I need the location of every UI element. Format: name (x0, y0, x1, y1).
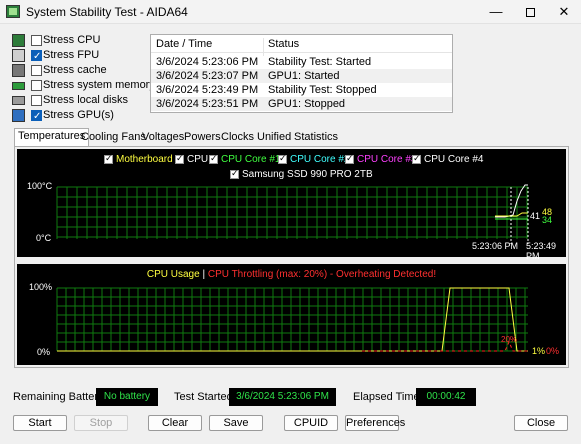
stress-cache-label: Stress cache (43, 64, 107, 76)
row-status: Stability Test: Stopped (268, 84, 377, 96)
usage-ymin-label: 0% (37, 347, 51, 357)
throttle-peak-label: 20% (501, 335, 518, 344)
row-datetime: 3/6/2024 5:23:51 PM (156, 98, 259, 110)
memory-icon (12, 82, 25, 90)
tab-cooling-fans[interactable]: Cooling Fans (81, 130, 146, 146)
tab-clocks[interactable]: Clocks (221, 130, 254, 146)
elapsed-time-value: 00:00:42 (416, 388, 476, 406)
stress-disks-checkbox[interactable] (31, 95, 42, 106)
cpu-throttling-title: CPU Throttling (max: 20%) - Overheating … (207, 269, 437, 280)
legend-label: Samsung SSD 990 PRO 2TB (242, 169, 373, 180)
cache-icon (12, 64, 25, 77)
row-status: GPU1: Stopped (268, 98, 346, 110)
stress-gpu-label: Stress GPU(s) (43, 109, 114, 121)
stress-cache-checkbox[interactable] (31, 65, 42, 76)
title-bar: System Stability Test - AIDA64 — ✕ (0, 0, 581, 24)
row-datetime: 3/6/2024 5:23:06 PM (156, 56, 259, 68)
elapsed-time-label: Elapsed Time: (353, 391, 423, 403)
event-log-table[interactable]: Date / Time Status 3/6/2024 5:23:06 PM S… (150, 34, 453, 113)
battery-value: No battery (96, 388, 158, 406)
cpu-usage-graph: CPU Usage | CPU Throttling (max: 20%) - … (17, 264, 566, 365)
stress-fpu-label: Stress FPU (43, 49, 100, 61)
temp-ymin-label: 0°C (36, 233, 52, 243)
temp-ymax-label: 100°C (27, 181, 53, 191)
cpu-usage-title: CPU Usage (146, 269, 200, 280)
legend-label: CPU (187, 154, 209, 165)
legend-checkbox[interactable] (278, 153, 287, 164)
current-value-label: 41 (530, 211, 541, 221)
fpu-icon (12, 49, 25, 62)
table-row[interactable]: 3/6/2024 5:23:07 PM GPU1: Started (151, 69, 452, 83)
window-title: System Stability Test - AIDA64 (26, 5, 188, 19)
column-header-datetime[interactable]: Date / Time (156, 38, 212, 50)
disk-icon (12, 96, 25, 105)
table-header: Date / Time Status (151, 35, 452, 56)
legend-label: Motherboard (116, 154, 173, 165)
legend-checkbox[interactable] (209, 153, 218, 164)
stress-fpu-checkbox[interactable] (31, 49, 42, 64)
current-throttle-value: 0% (546, 346, 560, 356)
cpu-chip-icon (12, 34, 25, 47)
legend-checkbox[interactable] (175, 153, 184, 164)
legend-label: CPU Core #4 (424, 154, 484, 165)
legend-label: CPU Core #3 (357, 154, 417, 165)
legend-checkbox[interactable] (345, 153, 354, 164)
close-button[interactable]: Close (514, 415, 568, 431)
column-divider[interactable] (263, 38, 264, 56)
legend-label: CPU Core #1 (221, 154, 281, 165)
legend-checkbox[interactable] (104, 153, 113, 164)
stress-memory-label: Stress system memory (43, 79, 155, 91)
current-usage-value: 1% (532, 346, 546, 356)
row-datetime: 3/6/2024 5:23:49 PM (156, 84, 259, 96)
tab-unified[interactable]: Unified (257, 130, 291, 146)
start-button[interactable]: Start (13, 415, 67, 431)
maximize-icon (525, 8, 535, 18)
tab-voltages[interactable]: Voltages (142, 130, 184, 146)
stress-gpu-checkbox[interactable] (31, 109, 42, 124)
table-row[interactable]: 3/6/2024 5:23:49 PM Stability Test: Stop… (151, 83, 452, 97)
table-row[interactable]: 3/6/2024 5:23:51 PM GPU1: Stopped (151, 97, 452, 111)
usage-graph-title: CPU Usage | CPU Throttling (max: 20%) - … (17, 269, 566, 280)
maximize-button[interactable] (512, 0, 548, 24)
row-status: GPU1: Started (268, 70, 340, 82)
legend-label: CPU Core #2 (290, 154, 350, 165)
column-header-status[interactable]: Status (268, 38, 299, 50)
minimize-button[interactable]: — (478, 0, 514, 24)
cpuid-button[interactable]: CPUID (284, 415, 338, 431)
title-separator: | (202, 269, 206, 280)
test-started-value: 3/6/2024 5:23:06 PM (229, 388, 336, 406)
stress-disks-label: Stress local disks (43, 94, 128, 106)
table-row[interactable]: 3/6/2024 5:23:06 PM Stability Test: Star… (151, 55, 452, 69)
test-started-label: Test Started: (174, 391, 236, 403)
battery-label: Remaining Battery: (13, 391, 107, 403)
row-datetime: 3/6/2024 5:23:07 PM (156, 70, 259, 82)
time-label-start: 5:23:06 PM (472, 241, 519, 251)
legend-checkbox[interactable] (412, 153, 421, 164)
usage-ymax-label: 100% (29, 282, 53, 292)
tab-temperatures[interactable]: Temperatures (14, 128, 90, 146)
gpu-icon (12, 109, 25, 122)
legend-checkbox[interactable] (230, 168, 239, 179)
aida64-app-icon (6, 5, 20, 18)
preferences-button[interactable]: Preferences (345, 415, 405, 431)
usage-grid (56, 287, 528, 352)
stress-memory-checkbox[interactable] (31, 80, 42, 91)
tab-powers[interactable]: Powers (184, 130, 221, 146)
temperature-grid (56, 186, 528, 239)
temperature-trace (495, 184, 529, 244)
stress-cpu-label: Stress CPU (43, 34, 101, 46)
save-button[interactable]: Save (209, 415, 263, 431)
current-value-label: 34 (542, 215, 553, 225)
close-window-button[interactable]: ✕ (546, 0, 581, 24)
stop-button[interactable]: Stop (74, 415, 128, 431)
temperature-graph: Motherboard CPU CPU Core #1 CPU Core #2 … (17, 149, 566, 261)
tab-statistics[interactable]: Statistics (294, 130, 338, 146)
row-status: Stability Test: Started (268, 56, 372, 68)
stress-cpu-checkbox[interactable] (31, 35, 42, 46)
clear-button[interactable]: Clear (148, 415, 202, 431)
time-label-stop: 5:23:49 PM (526, 241, 557, 261)
